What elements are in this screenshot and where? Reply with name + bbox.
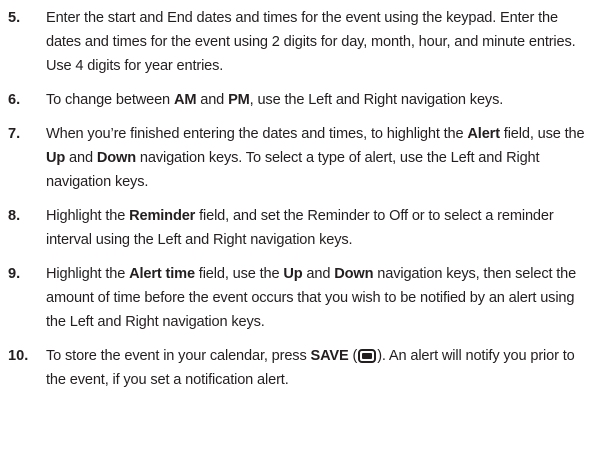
key-name-up: Up bbox=[46, 150, 66, 166]
step-text: To change between AM and PM, use the Lef… bbox=[46, 92, 504, 108]
key-name-pm: PM bbox=[228, 92, 250, 108]
step-8: 8. Highlight the Reminder field, and set… bbox=[8, 204, 592, 252]
step-number: 7. bbox=[8, 126, 21, 142]
step-number: 10. bbox=[8, 348, 29, 364]
step-9: 9. Highlight the Alert time field, use t… bbox=[8, 262, 592, 334]
step-text: When you’re finished entering the dates … bbox=[46, 126, 585, 190]
manual-page: 5. Enter the start and End dates and tim… bbox=[0, 0, 608, 450]
key-name-up: Up bbox=[283, 266, 303, 282]
key-name-down: Down bbox=[334, 266, 374, 282]
softkey-icon bbox=[358, 349, 377, 363]
step-number: 9. bbox=[8, 266, 21, 282]
key-name-save: SAVE bbox=[310, 348, 349, 364]
key-name-am: AM bbox=[173, 92, 197, 108]
step-number: 5. bbox=[8, 10, 21, 26]
field-name-alert-time: Alert time bbox=[129, 266, 195, 282]
step-text: Highlight the Alert time field, use the … bbox=[46, 266, 577, 330]
step-number: 8. bbox=[8, 208, 21, 224]
field-name-alert: Alert bbox=[467, 126, 500, 142]
step-5: 5. Enter the start and End dates and tim… bbox=[8, 6, 592, 78]
key-name-down: Down bbox=[96, 150, 136, 166]
step-text: Highlight the Reminder field, and set th… bbox=[46, 208, 554, 248]
step-6: 6. To change between AM and PM, use the … bbox=[8, 88, 592, 112]
step-10: 10. To store the event in your calendar,… bbox=[8, 344, 592, 392]
step-text: To store the event in your calendar, pre… bbox=[46, 348, 575, 388]
step-number: 6. bbox=[8, 92, 21, 108]
step-7: 7. When you’re finished entering the dat… bbox=[8, 122, 592, 194]
field-name-reminder: Reminder bbox=[129, 208, 196, 224]
step-text: Enter the start and End dates and times … bbox=[46, 10, 576, 74]
